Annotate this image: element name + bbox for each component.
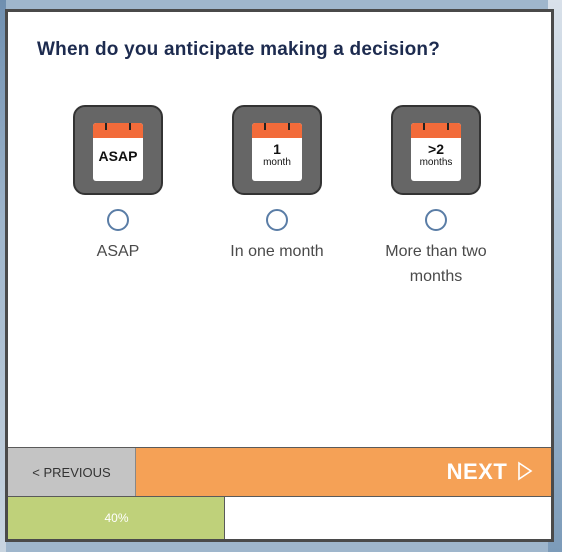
calendar-ring bbox=[105, 123, 107, 130]
chevron-right-icon bbox=[517, 461, 533, 484]
survey-dialog: When do you anticipate making a decision… bbox=[5, 9, 554, 542]
calendar-ring bbox=[264, 123, 266, 130]
option-asap[interactable]: ASAP ASAP bbox=[43, 105, 193, 264]
calendar-asap-icon[interactable]: ASAP bbox=[73, 105, 163, 195]
calendar-ring bbox=[447, 123, 449, 130]
option-one-month[interactable]: 1 month In one month bbox=[202, 105, 352, 264]
previous-button[interactable]: < PREVIOUS bbox=[8, 448, 136, 496]
calendar-one-month-icon[interactable]: 1 month bbox=[232, 105, 322, 195]
progress-bar: 40% bbox=[8, 496, 551, 539]
calendar-text-line1: 1 bbox=[273, 141, 281, 157]
calendar-header bbox=[411, 123, 461, 138]
calendar-page: >2 months bbox=[411, 123, 461, 181]
calendar-text-line1: ASAP bbox=[98, 148, 138, 164]
option-label-two-plus-months: More than two months bbox=[385, 243, 487, 285]
calendar-two-plus-months-icon[interactable]: >2 months bbox=[391, 105, 481, 195]
option-label-one-month: In one month bbox=[230, 243, 324, 260]
question-title: When do you anticipate making a decision… bbox=[37, 39, 441, 60]
calendar-page: ASAP bbox=[93, 123, 143, 181]
radio-one-month[interactable] bbox=[266, 209, 288, 231]
progress-percent: 40% bbox=[104, 511, 129, 525]
calendar-text-line2: months bbox=[419, 157, 453, 168]
calendar-header bbox=[93, 123, 143, 138]
calendar-ring bbox=[129, 123, 131, 130]
next-button-label: NEXT bbox=[446, 459, 508, 484]
calendar-header bbox=[252, 123, 302, 138]
calendar-text-line2: month bbox=[263, 157, 291, 168]
option-label-asap: ASAP bbox=[96, 243, 140, 260]
navigation-bar: < PREVIOUS NEXT bbox=[8, 447, 551, 496]
option-two-plus-months[interactable]: >2 months More than two months bbox=[361, 105, 511, 289]
calendar-page: 1 month bbox=[252, 123, 302, 181]
calendar-text-line1: >2 bbox=[428, 141, 444, 157]
radio-two-plus-months[interactable] bbox=[425, 209, 447, 231]
calendar-ring bbox=[288, 123, 290, 130]
next-button[interactable]: NEXT bbox=[136, 448, 551, 496]
radio-asap[interactable] bbox=[107, 209, 129, 231]
calendar-ring bbox=[423, 123, 425, 130]
